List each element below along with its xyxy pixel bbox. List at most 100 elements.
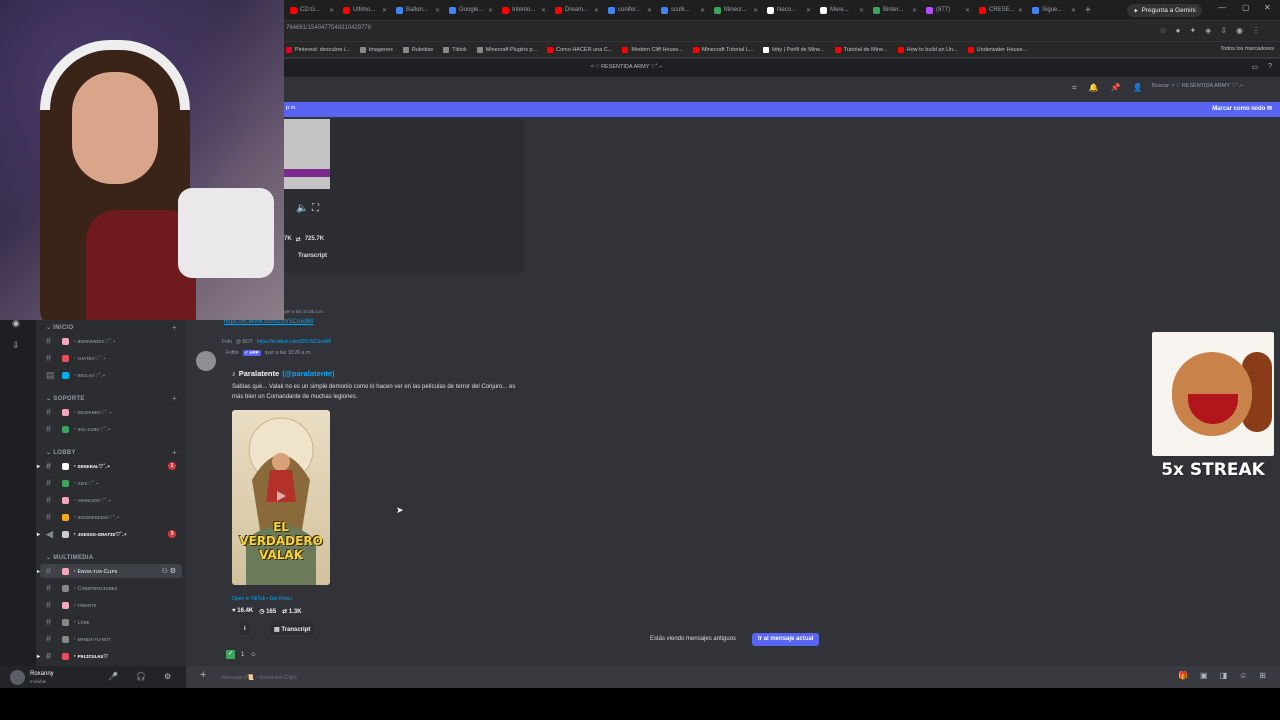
- gear-icon[interactable]: ⚙: [164, 672, 171, 681]
- new-tab-icon[interactable]: +: [1085, 5, 1091, 16]
- close-tab-icon[interactable]: ✕: [859, 7, 864, 14]
- volume-icon[interactable]: 🔈: [296, 203, 308, 214]
- bookmark[interactable]: Minecraft Plugins p...: [476, 46, 537, 53]
- reply-context[interactable]: Fofo @ BOT https://vt.tiktok.com/ZSVSCox…: [222, 339, 331, 345]
- close-window-icon[interactable]: ✕: [1264, 3, 1271, 12]
- category-multimedia[interactable]: ⌄ MULTIMEDIA: [46, 554, 94, 561]
- close-tab-icon[interactable]: ✕: [541, 7, 546, 14]
- headphones-icon[interactable]: 🎧: [136, 672, 146, 681]
- puzzle-icon[interactable]: ◈: [1205, 26, 1211, 35]
- channel-settings-icons[interactable]: ⚇ ⚙: [162, 567, 177, 575]
- bookmark[interactable]: Modern Cliff House...: [622, 46, 683, 53]
- channel-item[interactable]: # ・ᴍᴀɴᴅᴀ-ᴛᴜ-ʙᴏᴛ: [40, 632, 182, 646]
- channel-item[interactable]: ▸ ◀ ・ᴊᴜᴇɢᴏs-ɢʀᴀᴛɪs♡˚.⋆ 3: [37, 527, 182, 541]
- browser-tab[interactable]: CD:G... ✕: [286, 2, 338, 18]
- category-soporte[interactable]: ⌄ SOPORTE +: [46, 394, 177, 403]
- close-tab-icon[interactable]: ✕: [965, 7, 970, 14]
- mute-mic-icon[interactable]: 🎤: [108, 672, 118, 681]
- transcript-button[interactable]: Transcript: [298, 253, 327, 259]
- extension-icon[interactable]: ✦: [1189, 26, 1196, 35]
- sticker-icon[interactable]: ◨: [1220, 671, 1228, 680]
- channel-item[interactable]: # ・Cᴏɴsᴘɪʀᴀᴄɪᴏɴᴇs: [40, 581, 182, 595]
- close-tab-icon[interactable]: ✕: [647, 7, 652, 14]
- channel-item-active[interactable]: ▸ # ・Eɴᴠɪᴀ-ᴛᴜs-Cʟɪᴘs ⚇ ⚙: [37, 564, 182, 578]
- channel-item[interactable]: # ・ғᴀɴᴀʀᴛs: [40, 598, 182, 612]
- star-icon[interactable]: ☆: [1159, 26, 1166, 35]
- close-tab-icon[interactable]: ✕: [912, 7, 917, 14]
- browser-tab[interactable]: Google... ✕: [445, 2, 497, 18]
- downloads-icon[interactable]: ⇩: [1220, 26, 1227, 35]
- browser-tab[interactable]: Binter... ✕: [869, 2, 921, 18]
- message-author[interactable]: Fofito: [226, 350, 239, 356]
- members-icon[interactable]: 👤: [1132, 83, 1142, 93]
- bookmark[interactable]: Tutorial de Mine...: [834, 46, 888, 53]
- menu-icon[interactable]: ⋮: [1252, 26, 1260, 35]
- close-tab-icon[interactable]: ✕: [488, 7, 493, 14]
- close-tab-icon[interactable]: ✕: [1018, 7, 1023, 14]
- bookmark[interactable]: Ruletitas: [402, 46, 433, 53]
- bookmark[interactable]: Underwater House...: [967, 46, 1027, 53]
- opera-icon[interactable]: ●: [1176, 26, 1181, 35]
- close-tab-icon[interactable]: ✕: [1071, 7, 1076, 14]
- channel-item[interactable]: # ・ᴅᴇsʙᴀɴᴇᴏ♡˚.⋆: [40, 405, 182, 419]
- info-button[interactable]: i: [240, 623, 250, 635]
- browser-tab[interactable]: (877) ✕: [922, 2, 974, 18]
- channel-item[interactable]: # ・ᴀɴᴜɴᴄɪᴏs♡˚.⋆: [40, 493, 182, 507]
- fullscreen-icon[interactable]: ⛶: [312, 203, 319, 214]
- transcript-button[interactable]: ▤ Transcript: [270, 623, 315, 635]
- browser-tab[interactable]: Intento... ✕: [498, 2, 550, 18]
- browser-tab[interactable]: Sigue... ✕: [1028, 2, 1080, 18]
- add-channel-icon[interactable]: +: [172, 323, 177, 332]
- all-bookmarks-folder[interactable]: Todos los marcadores: [1220, 46, 1274, 52]
- close-tab-icon[interactable]: ✕: [594, 7, 599, 14]
- video-thumbnail[interactable]: [284, 119, 330, 189]
- reaction[interactable]: ✓ 1 ☺: [226, 650, 256, 659]
- browser-tab[interactable]: Dream... ✕: [551, 2, 603, 18]
- emoji-icon[interactable]: ☺: [1239, 671, 1247, 680]
- address-bar[interactable]: 764681/1540477548310429778 ☆ ● ✦ ◈ ⇩ ◉ ⋮: [284, 21, 1280, 41]
- new-messages-bar[interactable]: p.m. Marcar como leído ✉: [284, 102, 1280, 117]
- search-input[interactable]: Buscar ✧♡ RESENTIDA ARMY ♡˚.⋆: [1152, 83, 1243, 89]
- bookmark[interactable]: Minecraft Tutorial L...: [692, 46, 753, 53]
- avatar[interactable]: [196, 351, 216, 371]
- browser-tab[interactable]: Minecr... ✕: [710, 2, 762, 18]
- close-tab-icon[interactable]: ✕: [700, 7, 705, 14]
- jump-to-present-button[interactable]: Ir al mensaje actual: [752, 633, 820, 646]
- channel-item[interactable]: # ・Lᴏʀᴇ: [40, 615, 182, 629]
- browser-tab[interactable]: Ultimo... ✕: [339, 2, 391, 18]
- channel-item[interactable]: # ・ɢɪғs♡˚.⋆: [40, 476, 182, 490]
- tiktok-author[interactable]: ♪ Paralatente (@paralatente): [232, 369, 335, 378]
- channel-item[interactable]: # ・sᴜɢᴇʀᴇɴᴄɪᴀs♡˚.⋆: [40, 510, 182, 524]
- username[interactable]: Roxanny: [30, 671, 54, 677]
- message-input[interactable]: Mensaje #📜・Envia-tus-Clips: [222, 673, 297, 681]
- download-icon[interactable]: ⇩: [12, 340, 20, 351]
- message-composer[interactable]: + Mensaje #📜・Envia-tus-Clips 🎁 ▣ ◨ ☺ ⊞: [186, 666, 1280, 688]
- bookmark[interactable]: Tiktok: [443, 46, 467, 53]
- channel-item[interactable]: ▸ # ・ɢᴇɴᴇʀᴀʟ♡˚.⋆ 1: [37, 459, 182, 473]
- gemini-button[interactable]: ✦ Pregunta a Gemini: [1127, 4, 1202, 17]
- add-channel-icon[interactable]: +: [172, 394, 177, 403]
- threads-icon[interactable]: ⌗: [1072, 83, 1077, 93]
- help-icon[interactable]: ?: [1268, 63, 1272, 71]
- add-reaction-icon[interactable]: ☺: [250, 652, 256, 658]
- channel-item[interactable]: # ・ʙɪᴇɴᴠᴇɴɪᴅᴀ♡˚.⋆: [40, 334, 182, 348]
- inbox-icon[interactable]: ▭: [1251, 63, 1258, 71]
- add-channel-icon[interactable]: +: [172, 448, 177, 457]
- gif-icon[interactable]: ▣: [1200, 671, 1208, 680]
- pin-icon[interactable]: 📌: [1110, 83, 1120, 93]
- add-attachment-icon[interactable]: +: [200, 669, 206, 681]
- play-icon[interactable]: [275, 490, 287, 502]
- channel-item[interactable]: ▤ ・ʀᴇɢʟᴀs♡˚.⋆: [40, 368, 182, 382]
- bookmark[interactable]: How to build an Un...: [897, 46, 958, 53]
- mark-as-read-button[interactable]: Marcar como leído ✉: [1212, 105, 1272, 112]
- close-tab-icon[interactable]: ✕: [329, 7, 334, 14]
- gift-icon[interactable]: 🎁: [1178, 671, 1188, 680]
- browser-tab[interactable]: Neco... ✕: [763, 2, 815, 18]
- channel-item[interactable]: ▸ # ・ᴘᴇʟɪᴄᴜʟᴀs♡: [37, 649, 182, 663]
- minimize-icon[interactable]: —: [1218, 3, 1226, 12]
- bookmark[interactable]: kitty | Perfil de Mine...: [763, 46, 825, 53]
- video-thumbnail[interactable]: EL VERDADERO VALAK: [232, 410, 330, 585]
- bookmark[interactable]: Imagenes: [359, 46, 393, 53]
- bookmark[interactable]: Pinterest: descubre i...: [286, 46, 350, 53]
- maximize-icon[interactable]: ▢: [1242, 3, 1250, 12]
